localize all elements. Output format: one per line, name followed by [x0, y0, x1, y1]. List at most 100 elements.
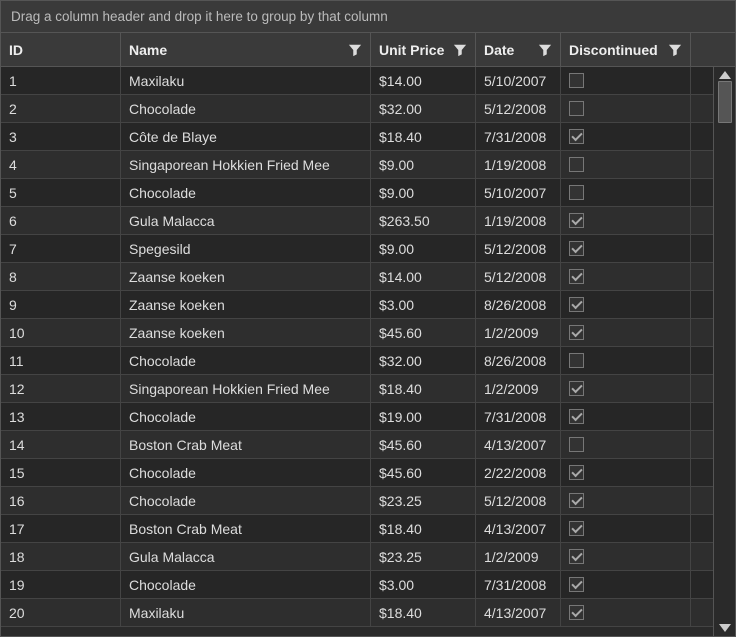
cell-date: 7/31/2008 — [476, 571, 561, 598]
cell-unit-price: $19.00 — [371, 403, 476, 430]
cell-discontinued — [561, 571, 691, 598]
table-row[interactable]: 8Zaanse koeken$14.005/12/2008 — [1, 263, 713, 291]
cell-id: 4 — [1, 151, 121, 178]
column-header-date[interactable]: Date — [476, 33, 561, 66]
cell-unit-price: $14.00 — [371, 263, 476, 290]
discontinued-checkbox[interactable] — [569, 241, 584, 256]
cell-name: Chocolade — [121, 347, 371, 374]
discontinued-checkbox[interactable] — [569, 101, 584, 116]
column-header-unit-price[interactable]: Unit Price — [371, 33, 476, 66]
scroll-up-arrow-icon[interactable] — [719, 71, 731, 79]
cell-date: 7/31/2008 — [476, 403, 561, 430]
table-row[interactable]: 16Chocolade$23.255/12/2008 — [1, 487, 713, 515]
discontinued-checkbox[interactable] — [569, 577, 584, 592]
table-row[interactable]: 10Zaanse koeken$45.601/2/2009 — [1, 319, 713, 347]
table-row[interactable]: 15Chocolade$45.602/22/2008 — [1, 459, 713, 487]
table-row[interactable]: 1Maxilaku$14.005/10/2007 — [1, 67, 713, 95]
table-row[interactable]: 7Spegesild$9.005/12/2008 — [1, 235, 713, 263]
cell-spacer — [691, 347, 713, 374]
table-row[interactable]: 18Gula Malacca$23.251/2/2009 — [1, 543, 713, 571]
cell-discontinued — [561, 67, 691, 94]
discontinued-checkbox[interactable] — [569, 521, 584, 536]
scroll-track[interactable] — [714, 79, 735, 624]
filter-icon[interactable] — [453, 43, 467, 57]
group-by-panel[interactable]: Drag a column header and drop it here to… — [1, 1, 735, 33]
table-row[interactable]: 19Chocolade$3.007/31/2008 — [1, 571, 713, 599]
cell-unit-price: $32.00 — [371, 347, 476, 374]
cell-date: 4/13/2007 — [476, 515, 561, 542]
discontinued-checkbox[interactable] — [569, 185, 584, 200]
table-row[interactable]: 2Chocolade$32.005/12/2008 — [1, 95, 713, 123]
cell-name: Zaanse koeken — [121, 263, 371, 290]
discontinued-checkbox[interactable] — [569, 549, 584, 564]
column-header-unit-price-label: Unit Price — [379, 42, 444, 58]
column-header-id[interactable]: ID — [1, 33, 121, 66]
table-row[interactable]: 12Singaporean Hokkien Fried Mee$18.401/2… — [1, 375, 713, 403]
cell-id: 13 — [1, 403, 121, 430]
column-header-spacer — [691, 33, 735, 66]
column-header-name[interactable]: Name — [121, 33, 371, 66]
cell-unit-price: $18.40 — [371, 123, 476, 150]
table-row[interactable]: 3Côte de Blaye$18.407/31/2008 — [1, 123, 713, 151]
discontinued-checkbox[interactable] — [569, 353, 584, 368]
cell-spacer — [691, 431, 713, 458]
cell-spacer — [691, 599, 713, 626]
cell-date: 8/26/2008 — [476, 291, 561, 318]
discontinued-checkbox[interactable] — [569, 129, 584, 144]
cell-id: 14 — [1, 431, 121, 458]
cell-name: Gula Malacca — [121, 207, 371, 234]
cell-name: Zaanse koeken — [121, 319, 371, 346]
cell-discontinued — [561, 291, 691, 318]
discontinued-checkbox[interactable] — [569, 157, 584, 172]
discontinued-checkbox[interactable] — [569, 465, 584, 480]
table-row[interactable]: 14Boston Crab Meat$45.604/13/2007 — [1, 431, 713, 459]
cell-date: 5/12/2008 — [476, 263, 561, 290]
discontinued-checkbox[interactable] — [569, 73, 584, 88]
discontinued-checkbox[interactable] — [569, 325, 584, 340]
discontinued-checkbox[interactable] — [569, 297, 584, 312]
column-header-discontinued[interactable]: Discontinued — [561, 33, 691, 66]
cell-id: 16 — [1, 487, 121, 514]
table-row[interactable]: 11Chocolade$32.008/26/2008 — [1, 347, 713, 375]
cell-id: 11 — [1, 347, 121, 374]
discontinued-checkbox[interactable] — [569, 269, 584, 284]
rows-area: 1Maxilaku$14.005/10/20072Chocolade$32.00… — [1, 67, 713, 636]
cell-discontinued — [561, 599, 691, 626]
filter-icon[interactable] — [538, 43, 552, 57]
cell-discontinued — [561, 431, 691, 458]
table-row[interactable]: 6Gula Malacca$263.501/19/2008 — [1, 207, 713, 235]
cell-name: Spegesild — [121, 235, 371, 262]
table-row[interactable]: 9Zaanse koeken$3.008/26/2008 — [1, 291, 713, 319]
discontinued-checkbox[interactable] — [569, 381, 584, 396]
cell-spacer — [691, 291, 713, 318]
cell-id: 2 — [1, 95, 121, 122]
cell-spacer — [691, 151, 713, 178]
cell-spacer — [691, 179, 713, 206]
cell-unit-price: $14.00 — [371, 67, 476, 94]
cell-unit-price: $45.60 — [371, 319, 476, 346]
discontinued-checkbox[interactable] — [569, 605, 584, 620]
table-row[interactable]: 17Boston Crab Meat$18.404/13/2007 — [1, 515, 713, 543]
discontinued-checkbox[interactable] — [569, 437, 584, 452]
cell-unit-price: $9.00 — [371, 179, 476, 206]
cell-date: 1/19/2008 — [476, 207, 561, 234]
table-row[interactable]: 5Chocolade$9.005/10/2007 — [1, 179, 713, 207]
column-header-id-label: ID — [9, 42, 23, 58]
filter-icon[interactable] — [348, 43, 362, 57]
filter-icon[interactable] — [668, 43, 682, 57]
discontinued-checkbox[interactable] — [569, 409, 584, 424]
discontinued-checkbox[interactable] — [569, 493, 584, 508]
discontinued-checkbox[interactable] — [569, 213, 584, 228]
table-row[interactable]: 20Maxilaku$18.404/13/2007 — [1, 599, 713, 627]
scroll-down-arrow-icon[interactable] — [719, 624, 731, 632]
table-row[interactable]: 13Chocolade$19.007/31/2008 — [1, 403, 713, 431]
cell-name: Chocolade — [121, 95, 371, 122]
group-by-hint: Drag a column header and drop it here to… — [11, 9, 388, 24]
table-row[interactable]: 4Singaporean Hokkien Fried Mee$9.001/19/… — [1, 151, 713, 179]
cell-unit-price: $18.40 — [371, 599, 476, 626]
vertical-scrollbar[interactable] — [713, 67, 735, 636]
cell-unit-price: $23.25 — [371, 543, 476, 570]
cell-name: Chocolade — [121, 459, 371, 486]
cell-unit-price: $45.60 — [371, 431, 476, 458]
scroll-thumb[interactable] — [718, 81, 732, 123]
